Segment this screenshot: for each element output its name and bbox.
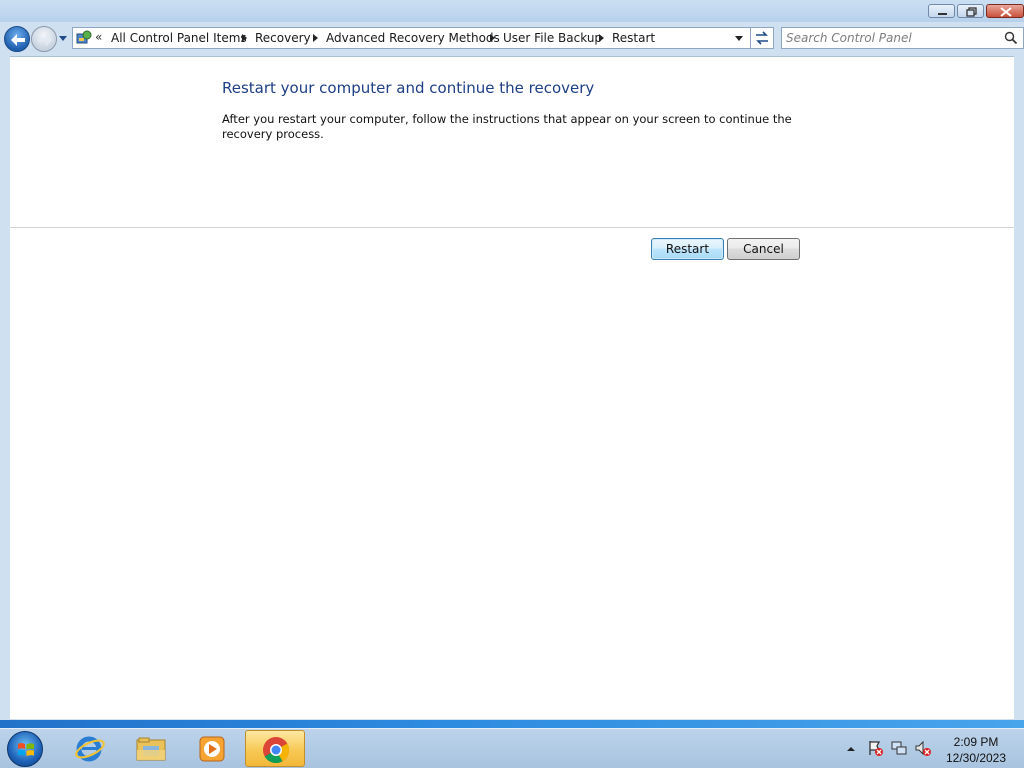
control-panel-icon [76,30,92,44]
breadcrumb-separator-icon[interactable] [242,34,247,42]
forward-button[interactable] [31,26,57,52]
chrome-icon [263,737,290,764]
title-bar [0,0,1024,22]
instruction-text: After you restart your computer, follow … [222,112,792,141]
internet-explorer-icon [75,736,105,762]
breadcrumb-user-file-backup[interactable]: User File Backup [503,31,602,45]
forward-arrow-icon [38,34,52,46]
windows-logo-icon [18,743,34,756]
restore-icon [966,7,977,17]
folder-icon [136,737,166,761]
taskbar-google-chrome[interactable] [245,730,305,767]
page-title: Restart your computer and continue the r… [222,79,595,97]
back-button[interactable] [4,26,30,52]
back-arrow-icon [11,34,25,46]
control-panel-window: « All Control Panel Items Recovery Advan… [0,0,1024,720]
breadcrumb-restart[interactable]: Restart [612,31,655,45]
close-button[interactable] [986,4,1024,18]
cancel-button[interactable]: Cancel [727,238,800,260]
refresh-button[interactable] [750,27,774,49]
clock-date: 12/30/2023 [945,751,1007,765]
refresh-icon [756,31,768,45]
search-input[interactable] [786,30,996,46]
search-icon[interactable] [1004,31,1018,45]
breadcrumb-advanced-recovery-methods[interactable]: Advanced Recovery Methods [326,31,500,45]
taskbar-windows-explorer[interactable] [123,730,179,767]
breadcrumb-recovery[interactable]: Recovery [255,31,311,45]
recent-pages-dropdown-icon[interactable] [58,34,68,42]
taskbar-windows-media-player[interactable] [184,730,240,767]
network-icon[interactable] [890,739,908,757]
breadcrumb-all-control-panel-items[interactable]: All Control Panel Items [111,31,247,45]
content-pane: Restart your computer and continue the r… [10,56,1014,719]
search-box[interactable] [781,27,1024,49]
minimize-button[interactable] [928,4,955,18]
restart-button[interactable]: Restart [651,238,724,260]
taskbar-internet-explorer[interactable] [62,730,118,767]
breadcrumb-separator-icon[interactable] [599,34,604,42]
action-center-icon[interactable] [866,739,884,757]
address-overflow-chevron[interactable]: « [95,30,102,44]
taskbar: 2:09 PM 12/30/2023 [0,728,1024,768]
breadcrumb-separator-icon[interactable] [490,34,495,42]
minimize-icon [938,13,947,15]
divider [10,227,1014,228]
breadcrumb-separator-icon[interactable] [313,34,318,42]
address-history-dropdown-icon[interactable] [735,36,743,41]
start-button[interactable] [7,731,43,767]
clock-time: 2:09 PM [953,735,999,749]
close-icon [1000,7,1012,17]
media-player-icon [199,736,225,762]
address-bar[interactable]: « All Control Panel Items Recovery Advan… [72,27,774,49]
restore-button[interactable] [957,4,984,18]
clock[interactable]: 2:09 PM 12/30/2023 [936,734,1016,766]
volume-muted-icon[interactable] [914,739,932,757]
show-hidden-icons-icon[interactable] [846,745,856,753]
